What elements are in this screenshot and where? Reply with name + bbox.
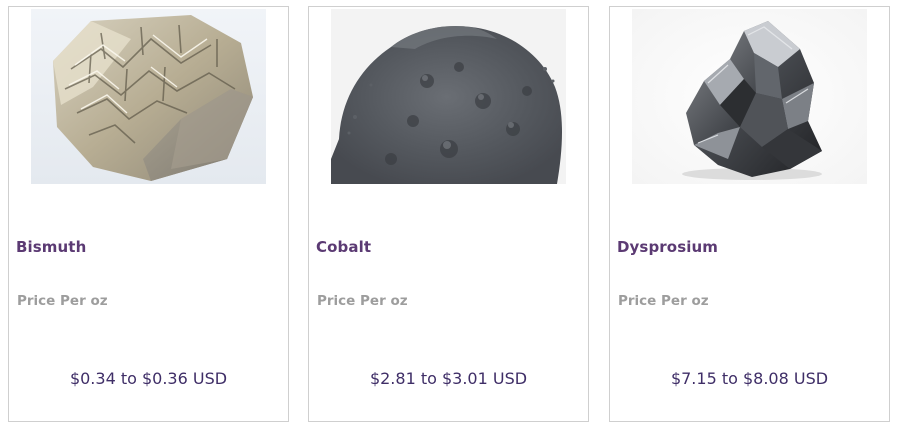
price-range: $2.81 to $3.01 USD [369, 369, 528, 388]
product-card-bismuth[interactable]: Bismuth Price Per oz $0.34 to $0.36 USD [8, 6, 289, 422]
product-name[interactable]: Bismuth [16, 238, 86, 256]
dysprosium-chunk-icon [632, 9, 867, 184]
product-card-dysprosium[interactable]: Dysprosium Price Per oz $7.15 to $8.08 U… [609, 6, 890, 422]
bismuth-image[interactable] [31, 9, 266, 184]
product-name[interactable]: Cobalt [316, 238, 371, 256]
price-unit-label: Price Per oz [317, 293, 408, 309]
dysprosium-image[interactable] [632, 9, 867, 184]
bismuth-crystal-icon [31, 9, 266, 184]
price-unit-label: Price Per oz [17, 293, 108, 309]
cobalt-image[interactable] [331, 9, 566, 184]
price-unit-label: Price Per oz [618, 293, 709, 309]
price-range: $0.34 to $0.36 USD [69, 369, 228, 388]
cobalt-powder-icon [331, 9, 566, 184]
price-range: $7.15 to $8.08 USD [670, 369, 829, 388]
product-name[interactable]: Dysprosium [617, 238, 718, 256]
product-card-cobalt[interactable]: Cobalt Price Per oz $2.81 to $3.01 USD [308, 6, 589, 422]
